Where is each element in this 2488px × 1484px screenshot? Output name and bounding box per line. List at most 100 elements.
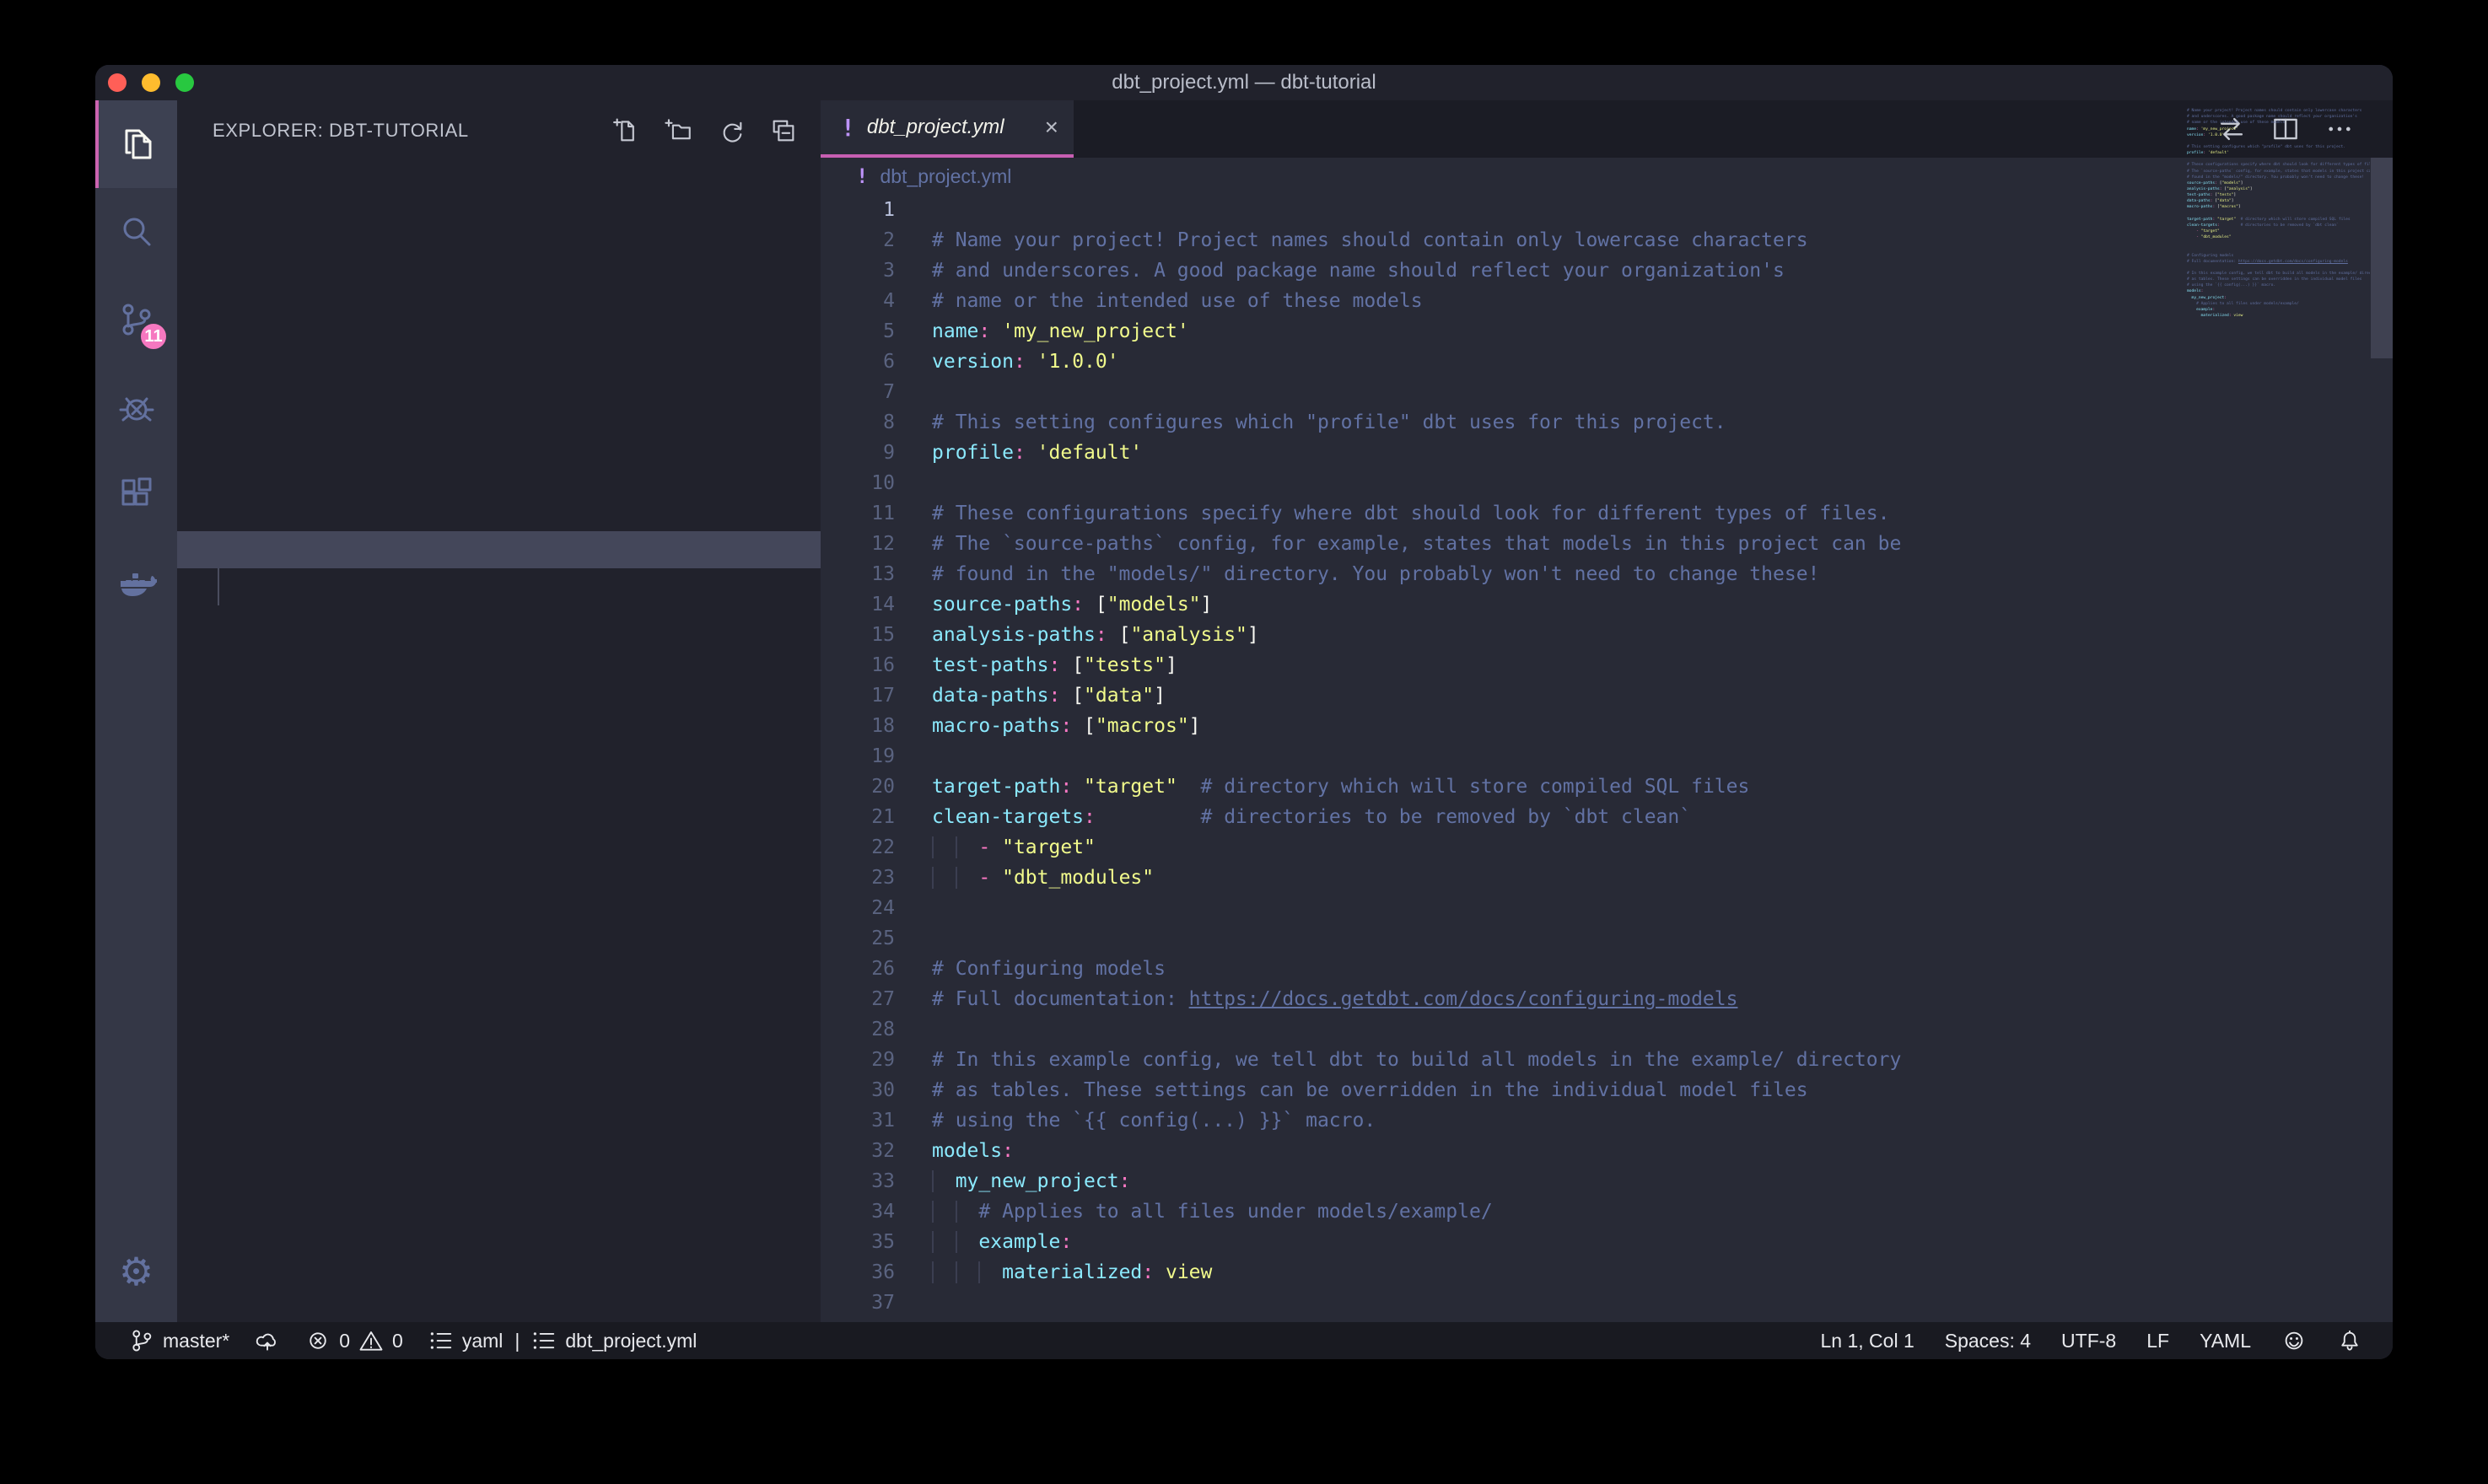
tree-file--gitkeep[interactable] [177, 197, 821, 234]
status-right: Ln 1, Col 1 Spaces: 4 UTF-8 LF YAML [1791, 1328, 2363, 1353]
new-file-icon [612, 116, 641, 145]
explorer-title: EXPLORER: DBT-TUTORIAL [213, 120, 469, 142]
status-text: YAML [2200, 1330, 2251, 1352]
code-line-14: 14source-paths: ["models"] [821, 589, 2393, 620]
editor-scrollbar-thumb[interactable] [2371, 158, 2393, 358]
status-item-bell[interactable] [2337, 1328, 2362, 1353]
code-line-33: 33 my_new_project: [821, 1166, 2393, 1196]
line-number: 7 [821, 381, 895, 403]
activity-item-debug[interactable] [95, 363, 177, 451]
refresh-button[interactable] [714, 114, 748, 148]
activity-item-search[interactable] [95, 188, 177, 276]
minimap-line [2187, 156, 2370, 162]
line-number: 2 [821, 229, 895, 251]
tree-file--gitignore[interactable] [177, 605, 821, 643]
breadcrumb[interactable]: ! dbt_project.yml [821, 158, 2393, 195]
code-line-12: 12# The `source-paths` config, for examp… [821, 529, 2393, 559]
tree-file--gitkeep[interactable] [177, 272, 821, 309]
new-file-button[interactable] [610, 114, 644, 148]
minimize-window-button[interactable] [142, 73, 160, 92]
minimap-line: # Full documentation: https://docs.getdb… [2187, 259, 2370, 265]
extensions-icon [116, 475, 157, 515]
status-text: 0 [392, 1330, 403, 1352]
status-text: UTF-8 [2061, 1330, 2116, 1352]
status-item-smiley[interactable] [2281, 1328, 2307, 1353]
line-number: 28 [821, 1019, 895, 1040]
minimap-line: # as tables. These settings can be overr… [2187, 277, 2370, 282]
line-number: 12 [821, 533, 895, 555]
status-item-cloud-upload[interactable] [255, 1328, 280, 1353]
status-item-dbt-project-yml[interactable]: dbt_project.yml [531, 1328, 697, 1353]
code-line-21: 21clean-targets: # directories to be rem… [821, 802, 2393, 832]
tree-file--gitkeep[interactable] [177, 346, 821, 383]
status-item-master[interactable]: master* [129, 1328, 229, 1353]
status-item-yaml[interactable]: YAML [2200, 1330, 2251, 1352]
status-item-utf-8[interactable]: UTF-8 [2061, 1330, 2116, 1352]
line-number: 23 [821, 867, 895, 889]
line-number: 14 [821, 594, 895, 616]
activity-item-source-control[interactable]: 11 [95, 276, 177, 363]
new-folder-button[interactable] [662, 114, 696, 148]
tree-file-my-second-dbt-model-sql[interactable] [177, 457, 821, 494]
explorer-toolbar [610, 114, 800, 148]
activity-item-docker[interactable] [95, 539, 177, 626]
tree-file-readme-md[interactable] [177, 680, 821, 717]
explorer-sidebar: EXPLORER: DBT-TUTORIAL [177, 100, 821, 1322]
debug-icon [116, 387, 157, 427]
close-window-button[interactable] [108, 73, 127, 92]
minimap-line: # This setting configures which "profile… [2187, 144, 2370, 150]
files-icon [118, 124, 159, 164]
minimap-line: profile: 'default' [2187, 150, 2370, 156]
code-line-19: 19 [821, 741, 2393, 772]
collapse-all-button[interactable] [767, 114, 800, 148]
status-item-ln-1-col-1[interactable]: Ln 1, Col 1 [1821, 1330, 1914, 1352]
line-number: 21 [821, 806, 895, 828]
tab-dbt-project-yml[interactable]: ! dbt_project.yml × [821, 100, 1074, 158]
tree-folder-analysis[interactable] [177, 160, 821, 197]
minimap-line: # found in the "models/" directory. You … [2187, 175, 2370, 180]
minimap-line: materialized: view [2187, 313, 2370, 319]
minimap[interactable]: # Name your project! Project names shoul… [2187, 102, 2370, 325]
status-left: master*00yaml|dbt_project.yml [129, 1328, 722, 1353]
code-line-13: 13# found in the "models/" directory. Yo… [821, 559, 2393, 589]
line-number: 1 [821, 199, 895, 221]
minimap-line: - "dbt_modules" [2187, 234, 2370, 240]
code-line-26: 26# Configuring models [821, 954, 2393, 984]
tree-folder-data[interactable] [177, 234, 821, 272]
minimap-line: # and underscores. A good package name s… [2187, 114, 2370, 120]
line-number: 10 [821, 472, 895, 494]
tree-file-my-first-dbt-model-sql[interactable] [177, 420, 821, 457]
line-number: 29 [821, 1049, 895, 1071]
code-line-32: 32models: [821, 1136, 2393, 1166]
vscode-window: dbt_project.yml — dbt-tutorial 11⚙ EXPLO… [95, 65, 2393, 1359]
smiley-icon [2281, 1328, 2307, 1353]
code-line-2: 2# Name your project! Project names shou… [821, 225, 2393, 255]
status-item-spaces-4[interactable]: Spaces: 4 [1945, 1330, 2031, 1352]
code-line-30: 30# as tables. These settings can be ove… [821, 1075, 2393, 1105]
yaml-warning-file-icon: ! [841, 114, 855, 142]
tree-file-schema-yml[interactable] [177, 494, 821, 531]
code-editor[interactable]: 1 2# Name your project! Project names sho… [821, 195, 2393, 1322]
status-text: 0 [339, 1330, 350, 1352]
tree-folder-tests[interactable] [177, 531, 821, 568]
activity-item-explorer[interactable] [95, 100, 177, 188]
activity-item-settings[interactable]: ⚙ [95, 1228, 177, 1315]
activity-item-extensions[interactable] [95, 451, 177, 539]
tree-file-dbt-project-yml[interactable] [177, 643, 821, 680]
tab-close-icon[interactable]: × [1045, 116, 1058, 139]
status-item-yaml[interactable]: yaml [428, 1328, 504, 1353]
code-line-28: 28 [821, 1014, 2393, 1045]
line-number: 24 [821, 897, 895, 919]
status-item-0[interactable]: 00 [305, 1328, 403, 1353]
status-item-lf[interactable]: LF [2146, 1330, 2169, 1352]
line-number: 22 [821, 836, 895, 858]
tree-folder-models-example[interactable] [177, 383, 821, 420]
line-number: 30 [821, 1079, 895, 1101]
line-number: 32 [821, 1140, 895, 1162]
zoom-window-button[interactable] [175, 73, 194, 92]
code-line-31: 31# using the `{{ config(...) }}` macro. [821, 1105, 2393, 1136]
minimap-line: source-paths: ["models"] [2187, 180, 2370, 186]
tree-folder-macros[interactable] [177, 309, 821, 346]
tree-file--gitkeep[interactable] [177, 568, 821, 605]
status-text: Ln 1, Col 1 [1821, 1330, 1914, 1352]
